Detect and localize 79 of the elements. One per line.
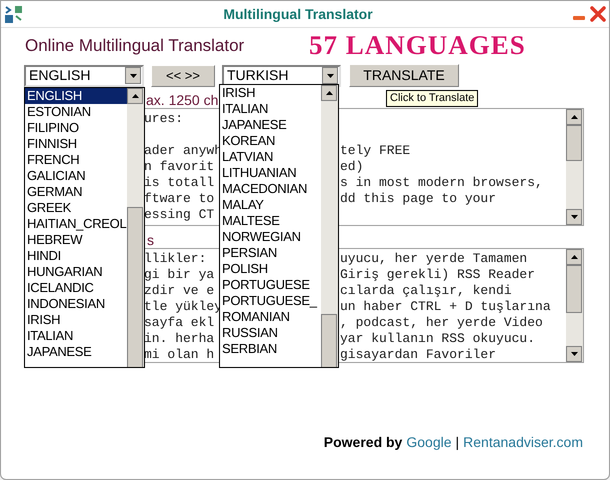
language-option[interactable]: ITALIAN bbox=[25, 328, 127, 344]
swap-button[interactable]: << >> bbox=[151, 64, 215, 86]
google-link[interactable]: Google bbox=[406, 432, 452, 453]
text-line: essing CT bbox=[144, 207, 214, 222]
language-option[interactable]: PORTUGUESE bbox=[220, 277, 321, 293]
language-option[interactable]: ROMANIAN bbox=[220, 309, 321, 325]
language-option[interactable]: GALICIAN bbox=[25, 168, 127, 184]
text-line: dd this page to your bbox=[340, 191, 496, 207]
language-option[interactable]: JAPANESE bbox=[25, 344, 127, 360]
text-line: in. herha bbox=[144, 331, 214, 346]
text-line: un haber CTRL + D tuşlarına bbox=[340, 299, 551, 315]
website-link[interactable]: Rentanadviser.com bbox=[463, 432, 583, 453]
language-option[interactable]: MACEDONIAN bbox=[220, 181, 321, 197]
scroll-thumb[interactable] bbox=[321, 314, 337, 367]
powered-by-text: Powered by bbox=[324, 433, 402, 452]
text-line: s in most modern browsers, bbox=[340, 175, 543, 191]
text-line: ed) bbox=[340, 159, 364, 175]
text-line: gi bir ya bbox=[144, 267, 214, 282]
language-option[interactable]: PERSIAN bbox=[220, 245, 321, 261]
scrollbar[interactable] bbox=[127, 88, 144, 367]
language-option[interactable]: JAPANESE bbox=[220, 117, 321, 133]
tooltip: Click to Translate bbox=[386, 90, 478, 107]
language-option[interactable]: HAITIAN_CREOL bbox=[25, 216, 127, 232]
text-line: llikler: bbox=[144, 251, 206, 266]
language-option[interactable]: PORTUGUESE_ bbox=[220, 293, 321, 309]
scroll-thumb[interactable] bbox=[566, 125, 582, 161]
close-icon[interactable] bbox=[590, 6, 606, 22]
scroll-thumb[interactable] bbox=[127, 207, 143, 367]
text-line: , podcast, her yerde Video bbox=[340, 315, 543, 331]
scroll-thumb[interactable] bbox=[566, 265, 582, 313]
languages-title: 57 LANGUAGES bbox=[309, 30, 526, 60]
text-line: tely FREE bbox=[340, 143, 410, 159]
text-line: cılarda çalışır, kendi bbox=[340, 283, 512, 299]
language-select[interactable]: ENGLISH bbox=[24, 64, 144, 86]
language-option[interactable]: INDONESIAN bbox=[25, 296, 127, 312]
text-line: ftware to bbox=[144, 191, 214, 206]
language-option[interactable]: KOREAN bbox=[220, 133, 321, 149]
language-option[interactable]: RUSSIAN bbox=[220, 325, 321, 341]
language-option[interactable]: NORWEGIAN bbox=[220, 229, 321, 245]
language-option[interactable]: ENGLISH bbox=[25, 88, 127, 104]
language-option[interactable]: GREEK bbox=[25, 200, 127, 216]
language-option[interactable]: ESTONIAN bbox=[25, 104, 127, 120]
language-option[interactable]: MALAY bbox=[220, 197, 321, 213]
language-option[interactable]: LITHUANIAN bbox=[220, 165, 321, 181]
translate-app-icon bbox=[4, 4, 24, 24]
language-option[interactable]: MALTESE bbox=[220, 213, 321, 229]
scrollbar[interactable] bbox=[566, 249, 583, 362]
language-option[interactable]: GERMAN bbox=[25, 184, 127, 200]
text-line: n favorit bbox=[144, 159, 214, 174]
language-option[interactable]: IRISH bbox=[25, 312, 127, 328]
separator: | bbox=[456, 433, 460, 452]
language-option[interactable]: POLISH bbox=[220, 261, 321, 277]
language-option[interactable]: HUNGARIAN bbox=[25, 264, 127, 280]
output-label: s bbox=[147, 232, 154, 248]
scrollbar[interactable] bbox=[566, 109, 583, 225]
language-option[interactable]: FRENCH bbox=[25, 152, 127, 168]
language-option[interactable]: SERBIAN bbox=[220, 341, 321, 357]
text-line: uyucu, her yerde Tamamen bbox=[340, 251, 528, 267]
language-option[interactable]: HEBREW bbox=[25, 232, 127, 248]
text-line: zdir ve e bbox=[144, 283, 214, 298]
language-option[interactable]: IRISH bbox=[220, 85, 321, 101]
text-line: ures: bbox=[144, 111, 184, 126]
text-line: gisayardan Favoriler bbox=[340, 347, 496, 363]
text-line: sayfa ekl bbox=[144, 315, 214, 330]
language-option[interactable]: FILIPINO bbox=[25, 120, 127, 136]
language-option[interactable]: HINDI bbox=[25, 248, 127, 264]
text-line: is totall bbox=[144, 175, 214, 190]
scrollbar[interactable] bbox=[321, 85, 338, 367]
language-option[interactable]: LATVIAN bbox=[220, 149, 321, 165]
app-heading: Online Multilingual Translator bbox=[25, 34, 246, 56]
text-line: yar kullanın RSS okuyucu. bbox=[340, 331, 536, 347]
language-option[interactable]: ICELANDIC bbox=[25, 280, 127, 296]
translate-button[interactable]: TRANSLATE bbox=[349, 64, 459, 87]
language-select[interactable]: TURKISH bbox=[222, 64, 341, 86]
window-title: Multilingual Translator bbox=[222, 4, 374, 24]
input-label: ax. 1250 ch bbox=[146, 92, 218, 108]
text-line: Giriş gerekli) RSS Reader bbox=[340, 267, 536, 283]
text-line: tle yükley bbox=[144, 299, 222, 314]
language-option[interactable]: FINNISH bbox=[25, 136, 127, 152]
